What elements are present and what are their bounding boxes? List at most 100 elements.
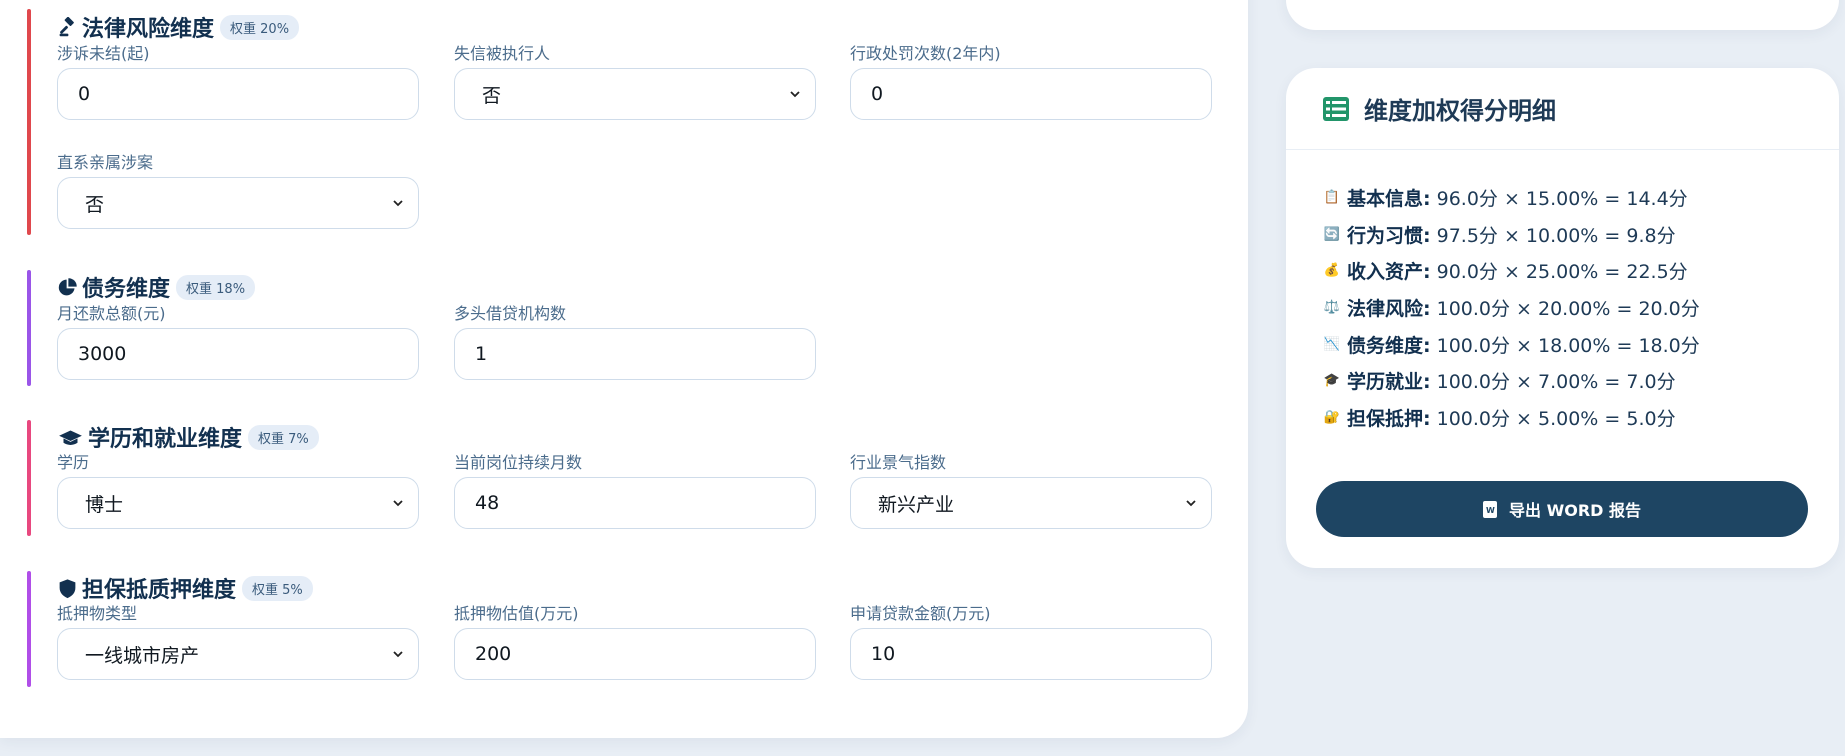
penalty-field: 行政处罚次数(2年内) 0 bbox=[850, 43, 1212, 120]
chevron-down-icon bbox=[393, 651, 403, 658]
score-item-detail: 100.0分 × 18.00% = 18.0分 bbox=[1436, 334, 1700, 357]
chevron-down-icon bbox=[1186, 500, 1196, 507]
score-breakdown-title: 维度加权得分明细 bbox=[1364, 97, 1556, 125]
scales-icon: ⚖️ bbox=[1323, 299, 1341, 315]
lenders-input[interactable]: 1 bbox=[454, 328, 816, 380]
lock-key-icon: 🔐 bbox=[1323, 409, 1341, 425]
education-section-bar bbox=[27, 420, 31, 536]
relative-select[interactable]: 否 bbox=[57, 177, 419, 229]
score-list: 📋 基本信息: 96.0分 × 15.00% = 14.4分 🔄 行为习惯: 9… bbox=[1286, 150, 1839, 436]
debt-weight-badge: 权重 18% bbox=[176, 274, 256, 300]
shield-icon bbox=[56, 577, 78, 599]
penalty-label: 行政处罚次数(2年内) bbox=[850, 44, 1001, 63]
guarantee-section-title: 担保抵质押维度 bbox=[82, 578, 237, 603]
dishonest-field: 失信被执行人 否 bbox=[454, 43, 816, 120]
monthly-input[interactable]: 3000 bbox=[57, 328, 419, 380]
industry-select[interactable]: 新兴产业 bbox=[850, 477, 1212, 529]
guarantee-section-bar bbox=[27, 571, 31, 687]
legal-weight-badge: 权重 20% bbox=[220, 14, 300, 40]
chevron-down-icon bbox=[393, 200, 403, 207]
penalty-input[interactable]: 0 bbox=[850, 68, 1212, 120]
score-item-name: 法律风险: bbox=[1347, 297, 1431, 320]
score-item-income: 💰 收入资产: 90.0分 × 25.00% = 22.5分 bbox=[1322, 252, 1839, 289]
debt-section-title: 债务维度 bbox=[82, 277, 171, 302]
score-item-legal: ⚖️ 法律风险: 100.0分 × 20.00% = 20.0分 bbox=[1322, 289, 1839, 326]
score-item-detail: 90.0分 × 25.00% = 22.5分 bbox=[1436, 261, 1688, 284]
chevron-down-icon bbox=[393, 500, 403, 507]
legal-risk-section: 法律风险维度 权重 20% 涉诉未结(起) 0 失信被执行人 否 行政处罚次数(… bbox=[27, 9, 1227, 235]
score-item-name: 债务维度: bbox=[1347, 334, 1431, 357]
dishonest-select[interactable]: 否 bbox=[454, 68, 816, 120]
months-label: 当前岗位持续月数 bbox=[454, 453, 583, 472]
score-item-name: 基本信息: bbox=[1347, 187, 1431, 210]
score-item-basic-info: 📋 基本信息: 96.0分 × 15.00% = 14.4分 bbox=[1322, 179, 1839, 216]
clipboard-icon: 📋 bbox=[1323, 189, 1341, 205]
gavel-icon bbox=[56, 16, 78, 38]
chart-decreasing-icon: 📉 bbox=[1323, 336, 1341, 352]
guarantee-section: 担保抵质押维度 权重 5% 抵押物类型 一线城市房产 抵押物估值(万元) 200… bbox=[27, 571, 1227, 687]
money-bag-icon: 💰 bbox=[1323, 263, 1341, 279]
collateral-value-label: 抵押物估值(万元) bbox=[454, 604, 579, 623]
education-section-header: 学历和就业维度 权重 7% bbox=[56, 422, 319, 452]
collateral-type-label: 抵押物类型 bbox=[57, 604, 138, 623]
debt-section-bar bbox=[27, 270, 31, 386]
monthly-field: 月还款总额(元) 3000 bbox=[57, 303, 419, 380]
graduation-cap-icon: 🎓 bbox=[1323, 373, 1341, 389]
relative-select-value: 否 bbox=[85, 193, 105, 216]
collateral-type-select[interactable]: 一线城市房产 bbox=[57, 628, 419, 680]
education-weight-badge: 权重 7% bbox=[248, 424, 319, 450]
monthly-label: 月还款总额(元) bbox=[57, 304, 166, 323]
debt-section-header: 债务维度 权重 18% bbox=[56, 272, 256, 302]
degree-select[interactable]: 博士 bbox=[57, 477, 419, 529]
relative-field: 直系亲属涉案 否 bbox=[57, 152, 419, 229]
score-item-detail: 96.0分 × 15.00% = 14.4分 bbox=[1436, 187, 1688, 210]
score-item-name: 学历就业: bbox=[1347, 371, 1431, 394]
legal-section-bar bbox=[27, 9, 31, 235]
degree-field: 学历 博士 bbox=[57, 452, 419, 529]
score-item-education: 🎓 学历就业: 100.0分 × 7.00% = 7.0分 bbox=[1322, 362, 1839, 399]
loan-amount-field: 申请贷款金额(万元) 10 bbox=[850, 603, 1212, 680]
degree-select-value: 博士 bbox=[85, 493, 124, 516]
side-card-previous bbox=[1286, 0, 1839, 30]
industry-field: 行业景气指数 新兴产业 bbox=[850, 452, 1212, 529]
score-breakdown-card: 维度加权得分明细 📋 基本信息: 96.0分 × 15.00% = 14.4分 … bbox=[1286, 68, 1839, 568]
degree-label: 学历 bbox=[57, 453, 90, 472]
lawsuit-input[interactable]: 0 bbox=[57, 68, 419, 120]
collateral-value-input[interactable]: 200 bbox=[454, 628, 816, 680]
score-item-name: 担保抵押: bbox=[1347, 407, 1431, 430]
refresh-icon: 🔄 bbox=[1323, 226, 1341, 242]
debt-section: 债务维度 权重 18% 月还款总额(元) 3000 多头借贷机构数 1 bbox=[27, 270, 1227, 386]
score-item-detail: 100.0分 × 20.00% = 20.0分 bbox=[1436, 297, 1700, 320]
months-input[interactable]: 48 bbox=[454, 477, 816, 529]
export-word-button[interactable]: W 导出 WORD 报告 bbox=[1316, 481, 1808, 537]
score-item-name: 行为习惯: bbox=[1347, 224, 1431, 247]
score-item-detail: 100.0分 × 7.00% = 7.0分 bbox=[1436, 371, 1676, 394]
relative-label: 直系亲属涉案 bbox=[57, 153, 154, 172]
lenders-field: 多头借贷机构数 1 bbox=[454, 303, 816, 380]
word-file-icon: W bbox=[1483, 500, 1497, 518]
industry-select-value: 新兴产业 bbox=[878, 493, 955, 516]
loan-amount-input[interactable]: 10 bbox=[850, 628, 1212, 680]
score-item-behavior: 🔄 行为习惯: 97.5分 × 10.00% = 9.8分 bbox=[1322, 216, 1839, 253]
score-item-detail: 97.5分 × 10.00% = 9.8分 bbox=[1436, 224, 1676, 247]
dishonest-label: 失信被执行人 bbox=[454, 44, 551, 63]
collateral-value-field: 抵押物估值(万元) 200 bbox=[454, 603, 816, 680]
lenders-label: 多头借贷机构数 bbox=[454, 304, 567, 323]
score-breakdown-header: 维度加权得分明细 bbox=[1286, 68, 1839, 150]
lawsuit-field: 涉诉未结(起) 0 bbox=[57, 43, 419, 120]
table-list-icon bbox=[1323, 96, 1349, 121]
chevron-down-icon bbox=[790, 91, 800, 98]
education-section-title: 学历和就业维度 bbox=[88, 427, 243, 452]
pie-chart-icon bbox=[56, 276, 78, 298]
education-section: 学历和就业维度 权重 7% 学历 博士 当前岗位持续月数 48 行业景气指数 新… bbox=[27, 420, 1227, 536]
score-item-debt: 📉 债务维度: 100.0分 × 18.00% = 18.0分 bbox=[1322, 326, 1839, 363]
months-field: 当前岗位持续月数 48 bbox=[454, 452, 816, 529]
export-word-label: 导出 WORD 报告 bbox=[1509, 501, 1641, 520]
score-item-guarantee: 🔐 担保抵押: 100.0分 × 5.00% = 5.0分 bbox=[1322, 399, 1839, 436]
lawsuit-label: 涉诉未结(起) bbox=[57, 44, 150, 63]
industry-label: 行业景气指数 bbox=[850, 453, 947, 472]
collateral-type-field: 抵押物类型 一线城市房产 bbox=[57, 603, 419, 680]
dishonest-select-value: 否 bbox=[482, 84, 502, 107]
legal-section-title: 法律风险维度 bbox=[82, 17, 215, 42]
score-item-detail: 100.0分 × 5.00% = 5.0分 bbox=[1436, 407, 1676, 430]
